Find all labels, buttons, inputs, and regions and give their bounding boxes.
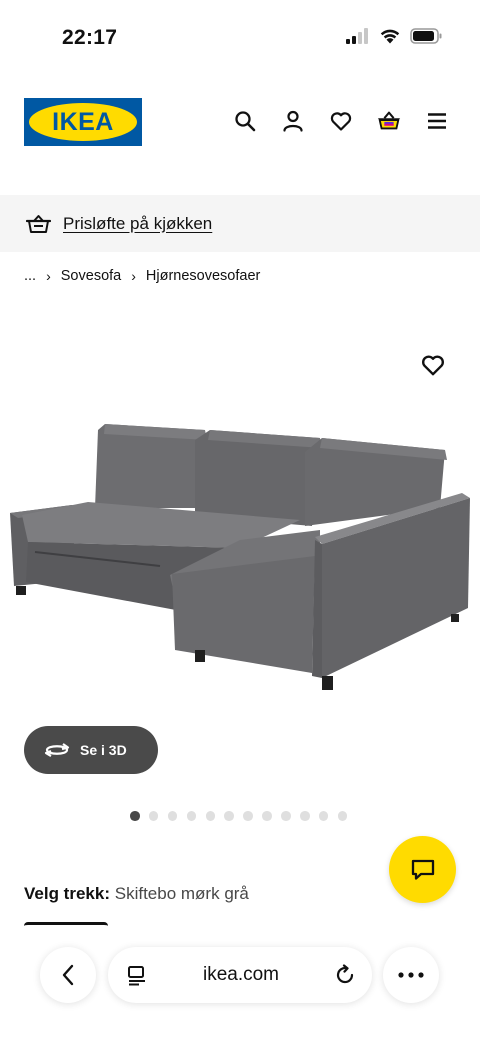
ikea-logo[interactable]: IKEA: [24, 98, 142, 146]
breadcrumb: ... › Sovesofa › Hjørnesovesofaer: [24, 268, 260, 284]
status-time: 22:17: [62, 26, 118, 49]
carousel-dot[interactable]: [167, 811, 178, 821]
carousel-dot[interactable]: [205, 811, 216, 821]
breadcrumb-item-hjornesovesofaer[interactable]: Hjørnesovesofaer: [146, 268, 260, 284]
basket-icon: [26, 214, 51, 233]
sofa-illustration: [10, 424, 470, 690]
carousel-dot[interactable]: [130, 811, 140, 821]
browser-back-button[interactable]: [40, 947, 96, 1003]
browser-more-button[interactable]: [383, 947, 439, 1003]
rotate-3d-icon: [44, 743, 70, 757]
view-in-3d-label: Se i 3D: [80, 742, 127, 758]
carousel-indicator: [130, 811, 348, 821]
carousel-dot[interactable]: [300, 811, 310, 821]
variant-selector: Velg trekk: Skiftebo mørk grå: [24, 884, 249, 904]
view-in-3d-button[interactable]: Se i 3D: [24, 726, 158, 774]
browser-address-bar[interactable]: ikea.com: [108, 947, 372, 1003]
variant-label: Velg trekk:: [24, 884, 110, 903]
chevron-right-icon: ›: [131, 268, 136, 284]
page-menu-icon[interactable]: [126, 964, 148, 986]
carousel-dot[interactable]: [186, 811, 197, 821]
cellular-signal-icon: [346, 28, 368, 44]
header-icons: [232, 108, 450, 134]
promo-banner[interactable]: Prisløfte på kjøkken: [0, 195, 480, 252]
battery-icon: [410, 28, 442, 44]
carousel-dot[interactable]: [281, 811, 291, 821]
promo-link[interactable]: Prisløfte på kjøkken: [63, 214, 212, 234]
menu-icon[interactable]: [424, 108, 450, 134]
breadcrumb-ellipsis[interactable]: ...: [24, 268, 36, 284]
status-bar: 22:17: [0, 0, 480, 80]
chevron-left-icon: [62, 964, 74, 986]
browser-url: ikea.com: [202, 964, 280, 985]
carousel-dot[interactable]: [337, 811, 348, 821]
user-icon[interactable]: [280, 108, 306, 134]
search-icon[interactable]: [232, 108, 258, 134]
chat-button[interactable]: [389, 836, 456, 903]
carousel-dot[interactable]: [224, 811, 234, 821]
product-image[interactable]: [0, 330, 480, 720]
carousel-dot[interactable]: [148, 811, 159, 821]
heart-icon[interactable]: [328, 108, 354, 134]
logo-text: IKEA: [52, 107, 114, 136]
chevron-right-icon: ›: [46, 268, 51, 284]
variant-value: Skiftebo mørk grå: [114, 884, 249, 903]
wifi-icon: [380, 29, 400, 44]
status-icons: [346, 28, 442, 44]
add-to-wishlist-heart-icon[interactable]: [420, 352, 446, 378]
carousel-dot[interactable]: [262, 811, 272, 821]
more-dots-icon: [398, 972, 424, 978]
variant-swatch-selected[interactable]: [24, 922, 108, 928]
carousel-dot[interactable]: [243, 811, 253, 821]
chat-icon: [411, 859, 434, 880]
carousel-dot[interactable]: [318, 811, 329, 821]
basket-icon[interactable]: [376, 108, 402, 134]
site-header: IKEA: [0, 96, 480, 148]
reload-icon[interactable]: [334, 964, 356, 986]
logo-oval: IKEA: [29, 103, 137, 141]
breadcrumb-item-sovesofa[interactable]: Sovesofa: [61, 268, 121, 284]
